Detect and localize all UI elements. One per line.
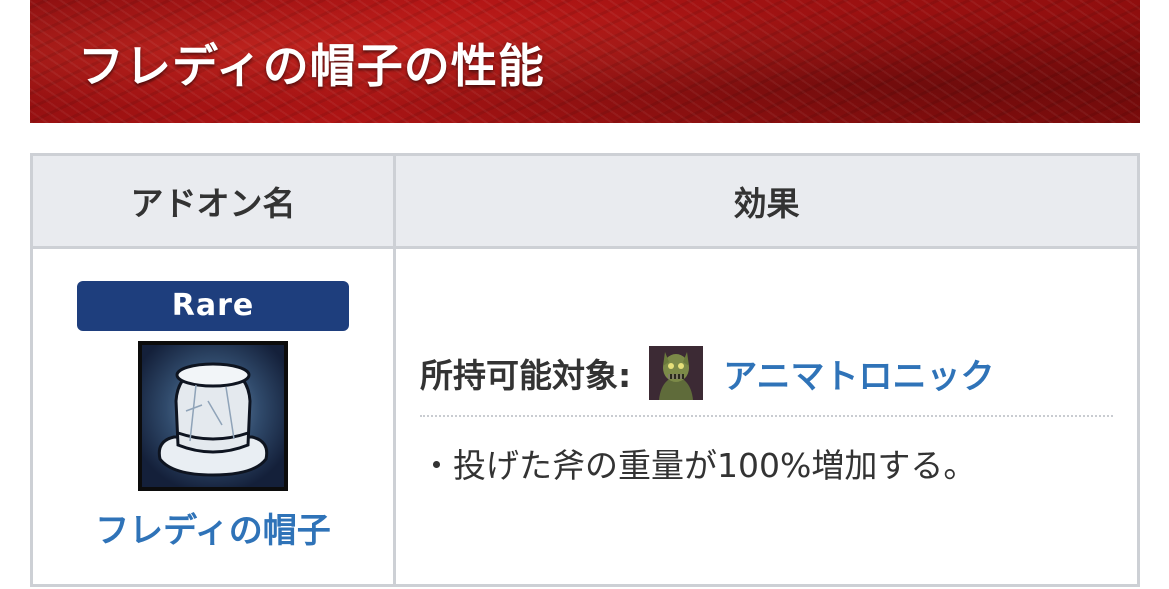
effect-description: ・投げた斧の重量が100%増加する。 [420, 446, 977, 485]
rarity-badge: Rare [77, 281, 349, 331]
column-header-effect: 効果 [393, 153, 1140, 249]
effect-cell: 所持可能対象: アニマトロニック ・投げた斧の重量が100%増加する。 [393, 246, 1140, 587]
column-header-addon-name: アドオン名 [30, 153, 396, 249]
owner-label: 所持可能対象: [420, 356, 632, 395]
owner-row: 所持可能対象: アニマトロニック [420, 343, 1113, 417]
table-header-row: アドオン名 効果 [30, 153, 1140, 249]
section-header: フレディの帽子の性能 [30, 0, 1140, 123]
owner-link[interactable]: アニマトロニック [723, 349, 994, 398]
addon-name-cell: Rare フレディの帽子 [30, 246, 396, 587]
top-hat-icon[interactable] [138, 341, 288, 491]
addon-name-link[interactable]: フレディの帽子 [33, 503, 393, 552]
addon-table: アドオン名 効果 Rare フレディの帽子 所持可能対象: アニマトロニック ・… [30, 153, 1140, 587]
table-row: Rare フレディの帽子 所持可能対象: アニマトロニック ・投げた斧の重量が1… [30, 246, 1140, 587]
animatronic-portrait-icon[interactable] [649, 346, 704, 400]
section-title: フレディの帽子の性能 [78, 39, 545, 93]
